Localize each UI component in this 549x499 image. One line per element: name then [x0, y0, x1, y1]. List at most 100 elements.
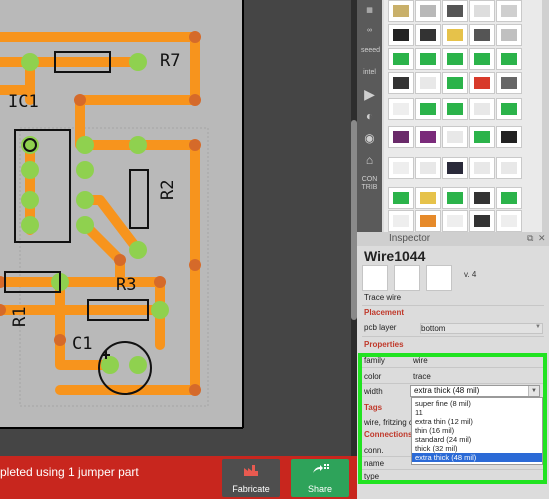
- width-value: extra thick (48 mil): [414, 386, 480, 395]
- label-r3: R3: [116, 275, 136, 295]
- contrib-icon[interactable]: CON TRIB: [361, 176, 378, 193]
- connections-heading: Connections: [364, 430, 413, 439]
- conn-label: conn.: [364, 446, 384, 455]
- type-label: type: [364, 472, 380, 481]
- inspector-heading: Inspector: [389, 233, 431, 244]
- part-item[interactable]: [496, 210, 522, 232]
- part-item[interactable]: [415, 157, 441, 179]
- part-item[interactable]: [442, 98, 468, 120]
- pcb-view-image: [426, 265, 452, 291]
- float-icon[interactable]: ⧉: [527, 233, 533, 244]
- width-option-selected[interactable]: extra thick (48 mil): [412, 453, 542, 462]
- part-item[interactable]: [415, 24, 441, 46]
- part-item[interactable]: [415, 98, 441, 120]
- part-item[interactable]: [415, 187, 441, 209]
- edison-icon[interactable]: ◐: [361, 108, 378, 125]
- width-option[interactable]: standard (24 mil): [412, 435, 542, 444]
- share-label: Share: [307, 484, 333, 494]
- divider: [362, 367, 544, 368]
- part-item[interactable]: [496, 126, 522, 148]
- part-item[interactable]: [442, 157, 468, 179]
- pcb-canvas[interactable]: R7 IC1 R2 R3 R1 C1: [0, 0, 352, 456]
- routing-status-message: pleted using 1 jumper part: [0, 465, 139, 479]
- breadboard-view-image: [362, 265, 388, 291]
- tags-heading: Tags: [364, 403, 383, 412]
- part-item[interactable]: [388, 72, 414, 94]
- part-item[interactable]: [388, 210, 414, 232]
- share-icon: [313, 464, 329, 473]
- part-item[interactable]: [442, 48, 468, 70]
- part-item[interactable]: [469, 72, 495, 94]
- part-item[interactable]: [442, 187, 468, 209]
- part-item[interactable]: [469, 24, 495, 46]
- part-item[interactable]: [469, 157, 495, 179]
- part-item[interactable]: [442, 126, 468, 148]
- tags-value: wire, fritzing c: [364, 418, 413, 427]
- close-icon[interactable]: ✕: [538, 233, 546, 244]
- snootlab-icon[interactable]: ◉: [361, 130, 378, 147]
- part-item[interactable]: [388, 157, 414, 179]
- part-item[interactable]: [442, 72, 468, 94]
- part-item[interactable]: [442, 0, 468, 22]
- part-item[interactable]: [388, 24, 414, 46]
- part-description: Trace wire: [364, 293, 402, 302]
- part-item[interactable]: [496, 48, 522, 70]
- part-item[interactable]: [469, 210, 495, 232]
- label-r7: R7: [160, 51, 180, 71]
- part-item[interactable]: [496, 24, 522, 46]
- pcb-layer-value: bottom: [421, 324, 446, 333]
- part-item[interactable]: [442, 24, 468, 46]
- version-label: v. 4: [464, 270, 477, 279]
- divider: [362, 383, 544, 384]
- width-option[interactable]: extra thin (12 mil): [412, 417, 542, 426]
- part-item[interactable]: [388, 0, 414, 22]
- width-select[interactable]: extra thick (48 mil) ▼: [410, 385, 540, 397]
- part-item[interactable]: [388, 126, 414, 148]
- width-option[interactable]: super fine (8 mil): [412, 399, 542, 408]
- part-item[interactable]: [388, 187, 414, 209]
- name-label: name: [364, 459, 385, 468]
- label-r2: R2: [158, 180, 178, 200]
- part-item[interactable]: [496, 72, 522, 94]
- chevron-down-icon: ▼: [535, 324, 541, 330]
- parts-grid: [384, 0, 542, 232]
- part-item[interactable]: [415, 126, 441, 148]
- part-item[interactable]: [496, 157, 522, 179]
- family-label: family: [364, 356, 385, 365]
- part-item[interactable]: [496, 187, 522, 209]
- parts-bin-sidebar: ▦ ∞ seeed intel ▶ ◐ ◉ ⌂ CON TRIB: [357, 0, 382, 232]
- seeed-icon[interactable]: seeed: [361, 42, 380, 59]
- part-item[interactable]: [388, 48, 414, 70]
- bin-icon[interactable]: ▦: [361, 2, 378, 19]
- part-item[interactable]: [496, 0, 522, 22]
- part-item[interactable]: [469, 126, 495, 148]
- family-value: wire: [413, 356, 428, 365]
- part-item[interactable]: [415, 72, 441, 94]
- properties-heading: Properties: [364, 340, 404, 349]
- part-item[interactable]: [415, 210, 441, 232]
- color-value: trace: [413, 372, 431, 381]
- part-item[interactable]: [415, 48, 441, 70]
- part-title: Wire1044: [364, 248, 426, 264]
- part-item[interactable]: [469, 98, 495, 120]
- width-option[interactable]: thick (32 mil): [412, 444, 542, 453]
- play-icon[interactable]: ▶: [361, 86, 378, 103]
- part-item[interactable]: [469, 48, 495, 70]
- fabricate-button[interactable]: Fabricate: [222, 459, 280, 497]
- width-option[interactable]: 11: [412, 408, 542, 417]
- share-button[interactable]: Share: [291, 459, 349, 497]
- part-item[interactable]: [388, 98, 414, 120]
- part-item[interactable]: [415, 0, 441, 22]
- part-item[interactable]: [442, 210, 468, 232]
- cubes-icon[interactable]: ⌂: [361, 152, 378, 169]
- placement-heading: Placement: [364, 308, 405, 317]
- pcb-layer-select[interactable]: bottom ▼: [420, 323, 543, 334]
- width-option[interactable]: thin (16 mil): [412, 426, 542, 435]
- part-item[interactable]: [496, 98, 522, 120]
- part-item[interactable]: [469, 187, 495, 209]
- part-item[interactable]: [469, 0, 495, 22]
- parts-grid-scrollbar[interactable]: [542, 0, 549, 232]
- arduino-icon[interactable]: ∞: [361, 22, 378, 39]
- width-label: width: [364, 387, 383, 396]
- intel-icon[interactable]: intel: [361, 64, 378, 81]
